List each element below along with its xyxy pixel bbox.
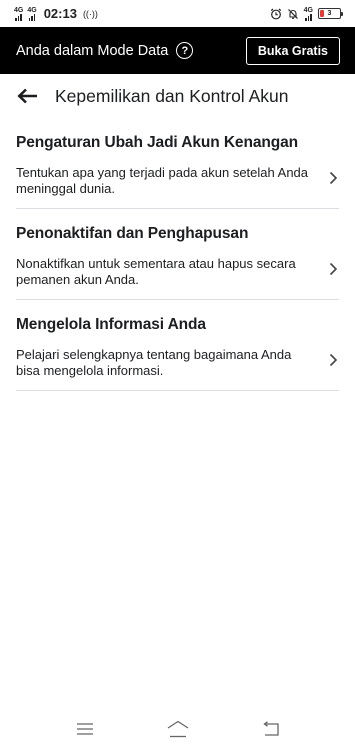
banner-left: Anda dalam Mode Data ? <box>16 42 194 59</box>
network-indicator-3: 4G <box>304 7 313 21</box>
battery-level: 3 <box>327 10 332 17</box>
list-item-memorialization[interactable]: Pengaturan Ubah Jadi Akun Kenangan Tentu… <box>16 118 339 209</box>
chevron-right-icon <box>327 170 339 186</box>
list-item-deactivation-deletion[interactable]: Penonaktifan dan Penghapusan Nonaktifkan… <box>16 209 339 300</box>
network-label: 4G <box>303 6 313 14</box>
settings-list: Pengaturan Ubah Jadi Akun Kenangan Tentu… <box>0 118 355 391</box>
list-item-title: Mengelola Informasi Anda <box>16 316 206 333</box>
page-title: Kepemilikan dan Kontrol Akun <box>55 85 289 106</box>
clock: 02:13 <box>43 6 77 21</box>
back-icon[interactable] <box>257 717 285 741</box>
status-right: 4G 3 <box>270 7 343 21</box>
arrow-left-icon[interactable] <box>16 85 38 107</box>
mute-icon <box>287 8 298 19</box>
network-indicator-1: 4G <box>14 7 23 21</box>
help-icon[interactable]: ? <box>176 42 194 59</box>
battery-icon: 3 <box>318 8 343 19</box>
data-mode-banner: Anda dalam Mode Data ? Buka Gratis <box>0 27 355 74</box>
status-left: 4G 4G 02:13 ((·)) <box>14 6 98 21</box>
chevron-right-icon <box>327 352 339 368</box>
network-indicator-2: 4G <box>27 6 37 21</box>
list-item-title: Penonaktifan dan Penghapusan <box>16 225 249 242</box>
vibrate-icon: ((·)) <box>82 8 98 19</box>
chevron-right-icon <box>327 261 339 277</box>
signal-bars-icon <box>305 13 312 21</box>
signal-bars-icon <box>28 13 36 21</box>
home-icon[interactable] <box>164 717 192 741</box>
page-header: Kepemilikan dan Kontrol Akun <box>0 74 355 118</box>
open-free-button[interactable]: Buka Gratis <box>245 36 340 65</box>
list-item-title: Pengaturan Ubah Jadi Akun Kenangan <box>16 134 298 151</box>
battery-fill <box>320 10 324 17</box>
network-label: 4G <box>14 6 24 14</box>
list-item-description: Nonaktifkan untuk sementara atau hapus s… <box>16 256 296 287</box>
list-item-description: Pelajari selengkapnya tentang bagaimana … <box>16 347 292 378</box>
network-label: 4G <box>27 6 37 14</box>
signal-bars-icon <box>15 13 22 21</box>
menu-icon[interactable] <box>71 717 99 741</box>
list-item-description: Tentukan apa yang terjadi pada akun sete… <box>16 165 309 196</box>
list-item-manage-information[interactable]: Mengelola Informasi Anda Pelajari seleng… <box>16 300 339 391</box>
alarm-icon <box>270 8 281 19</box>
data-mode-text: Anda dalam Mode Data <box>16 42 169 59</box>
navigation-bar <box>0 708 355 750</box>
status-bar: 4G 4G 02:13 ((·)) 4G 3 <box>0 0 355 27</box>
